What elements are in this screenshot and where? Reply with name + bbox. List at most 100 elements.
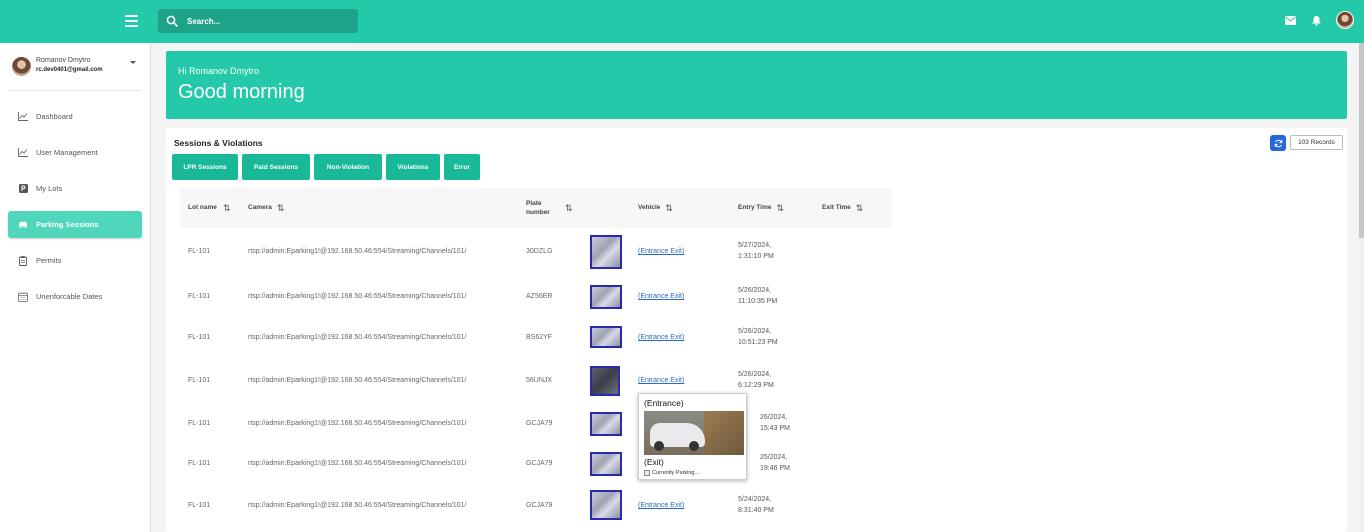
scrollbar[interactable] [1359, 43, 1364, 532]
sidebar-item-label: User Management [36, 148, 98, 157]
plate-image[interactable] [590, 452, 622, 476]
sidebar-item-permits[interactable]: Permits [8, 247, 142, 274]
entry-time-cell: 5/26/2024, 11:10:35 PM [738, 286, 777, 308]
plate-cell: 56UNJX [526, 377, 553, 384]
mail-icon[interactable] [1284, 14, 1296, 26]
vehicle-link[interactable]: (Entrance Exit) [638, 502, 684, 509]
sort-icon[interactable]: ⇅ [776, 202, 784, 215]
sessions-card: Sessions & Violations 103 Records LPR Se… [166, 128, 1347, 532]
calendar-icon [18, 292, 28, 302]
entry-clock: 10:51:23 PM [738, 338, 778, 346]
plate-cell: GCJA79 [526, 420, 553, 427]
refresh-button[interactable] [1270, 135, 1286, 151]
plate-image[interactable] [590, 235, 622, 269]
entry-date: 5/26/2024, [738, 328, 772, 335]
user-name: Romanov Dmytro [36, 57, 91, 64]
sidebar-item-label: My Lots [36, 184, 63, 193]
greeting-hi: Hi Romanov Dmytro [178, 66, 260, 76]
tab-violations[interactable]: Violations [386, 154, 440, 180]
user-email: rc.dev0401@gmail.com [36, 67, 103, 73]
top-bar [0, 0, 1364, 43]
plate-image[interactable] [590, 412, 622, 436]
column-vehicle: Vehicle ⇅ [638, 188, 673, 228]
vehicle-link[interactable]: (Entrance Exit) [638, 377, 684, 384]
entry-date: 25/2024, [760, 454, 788, 461]
sidebar-item-parking-sessions[interactable]: Parking Sessions [8, 211, 142, 238]
table-row[interactable]: FL-101 rtsp://admin:Eparking1!@192.168.5… [180, 404, 892, 444]
records-count: 103 Records [1290, 135, 1343, 150]
sort-icon[interactable]: ⇅ [223, 202, 231, 215]
entry-time-cell: 5/26/2024, 10:51:23 PM [738, 327, 778, 349]
camera-cell: rtsp://admin:Eparking1!@192.168.50.46:55… [248, 460, 467, 467]
user-profile[interactable]: Romanov Dmytro rc.dev0401@gmail.com [12, 55, 142, 79]
column-lot-name: Lot name ⇅ [188, 188, 231, 228]
table-row[interactable]: FL-101 rtsp://admin:Eparking1!@192.168.5… [180, 277, 892, 317]
column-camera: Camera ⇅ [248, 188, 284, 228]
lot-name-cell: FL-101 [188, 293, 211, 300]
entry-date: 5/26/2024, [738, 371, 772, 378]
vehicle-link[interactable]: (Entrance Exit) [638, 293, 684, 300]
entry-clock: 8:31:40 PM [738, 506, 774, 514]
sort-icon[interactable]: ⇅ [565, 202, 573, 215]
column-plate-number: Plate number ⇅ [526, 188, 573, 228]
table-row[interactable]: FL-101 rtsp://admin:Eparking1!@192.168.5… [180, 361, 892, 401]
camera-cell: rtsp://admin:Eparking1!@192.168.50.46:55… [248, 248, 467, 255]
scrollbar-thumb[interactable] [1359, 43, 1364, 238]
menu-icon[interactable] [125, 15, 138, 27]
column-label: Plate number [526, 199, 550, 216]
entry-time-cell: 5/24/2024, 8:31:40 PM [738, 495, 774, 517]
sidebar-item-dashboard[interactable]: Dashboard [8, 103, 142, 130]
wheel-shape [654, 441, 664, 451]
entry-clock: 15:43 PM [760, 424, 790, 432]
entry-time-cell: 25/2024, 19:46 PM [760, 453, 790, 475]
entrance-image [644, 411, 744, 455]
table-row[interactable]: FL-101 rtsp://admin:Eparking1!@192.168.5… [180, 444, 892, 484]
refresh-icon [1274, 139, 1282, 147]
plate-cell: BS62YF [526, 334, 553, 341]
plate-image[interactable] [590, 490, 622, 520]
broken-image-icon [644, 470, 650, 476]
chevron-down-icon[interactable] [130, 61, 136, 64]
lot-name-cell: FL-101 [188, 377, 211, 384]
bell-icon[interactable] [1310, 14, 1322, 26]
vehicle-link[interactable]: (Entrance Exit) [638, 248, 684, 255]
lot-name-cell: FL-101 [188, 502, 211, 509]
tab-paid-sessions[interactable]: Paid Sessions [242, 154, 310, 180]
tab-error[interactable]: Error [444, 154, 480, 180]
sidebar-item-unenforcable-dates[interactable]: Unenforcable Dates [8, 283, 142, 310]
search-box[interactable] [158, 9, 358, 33]
page-title: Sessions & Violations [174, 138, 263, 148]
entry-clock: 11:10:35 PM [738, 297, 778, 305]
column-label: Entry Time [738, 204, 772, 212]
table-row[interactable]: FL-101 rtsp://admin:Eparking1!@192.168.5… [180, 486, 892, 526]
sidebar-item-user-management[interactable]: User Management [8, 139, 142, 166]
session-tabs: LPR Sessions Paid Sessions Non-Violation… [172, 154, 480, 180]
plate-image[interactable] [590, 285, 622, 309]
camera-cell: rtsp://admin:Eparking1!@192.168.50.46:55… [248, 377, 467, 384]
sort-icon[interactable]: ⇅ [856, 202, 864, 215]
lot-name-cell: FL-101 [188, 334, 211, 341]
column-label: Vehicle [638, 204, 661, 212]
camera-cell: rtsp://admin:Eparking1!@192.168.50.46:55… [248, 334, 467, 341]
entry-time-cell: 5/27/2024, 1:31:10 PM [738, 241, 774, 263]
sort-icon[interactable]: ⇅ [665, 202, 673, 215]
plate-cell: GCJA79 [526, 502, 553, 509]
sort-icon[interactable]: ⇅ [277, 202, 285, 215]
tab-lpr-sessions[interactable]: LPR Sessions [172, 154, 238, 180]
vehicle-link[interactable]: (Entrance Exit) [638, 334, 684, 341]
search-input[interactable] [187, 16, 347, 26]
greeting-banner: Hi Romanov Dmytro Good morning [166, 51, 1347, 119]
camera-cell: rtsp://admin:Eparking1!@192.168.50.46:55… [248, 293, 467, 300]
sidebar-item-my-lots[interactable]: My Lots [8, 175, 142, 202]
avatar[interactable] [1336, 11, 1354, 29]
sidebar-item-label: Dashboard [36, 112, 73, 121]
camera-cell: rtsp://admin:Eparking1!@192.168.50.46:55… [248, 420, 467, 427]
table-row[interactable]: FL-101 rtsp://admin:Eparking1!@192.168.5… [180, 232, 892, 272]
column-label: Lot name [188, 204, 217, 212]
entry-clock: 1:31:10 PM [738, 252, 774, 260]
tab-non-violation[interactable]: Non-Violation [314, 154, 382, 180]
sidebar: Romanov Dmytro rc.dev0401@gmail.com Dash… [0, 43, 151, 532]
plate-image[interactable] [590, 366, 620, 396]
table-row[interactable]: FL-101 rtsp://admin:Eparking1!@192.168.5… [180, 318, 892, 358]
plate-image[interactable] [590, 326, 622, 348]
